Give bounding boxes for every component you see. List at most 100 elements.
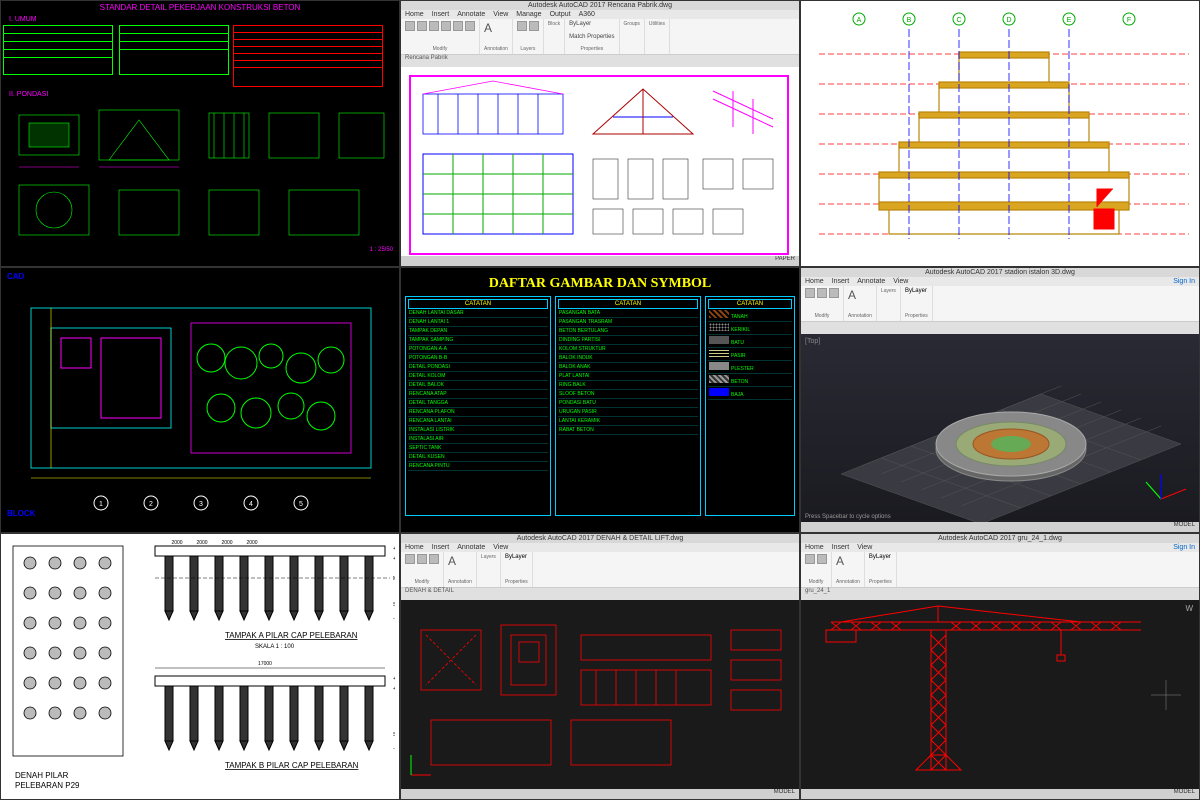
tab-insert[interactable]: Insert [432, 544, 450, 551]
tool-icon[interactable] [805, 554, 815, 564]
tab-view[interactable]: View [857, 544, 872, 551]
svg-text:+5.00 M LWS: +5.00 M LWS [393, 546, 395, 552]
tab-home[interactable]: Home [805, 544, 824, 551]
drawing-canvas[interactable]: W [801, 600, 1199, 789]
tab-insert[interactable]: Insert [832, 544, 850, 551]
spec-table-1 [3, 25, 113, 75]
pier-drawing-sheet: DENAH PILAR PELEBARAN P29 TAMPAK A PILAR… [0, 533, 400, 800]
tab-insert[interactable]: Insert [432, 11, 450, 18]
file-tab[interactable]: gru_24_1 [805, 588, 830, 600]
status-bar: MODEL [801, 789, 1199, 799]
tab-a360[interactable]: A360 [579, 11, 595, 18]
window-title: Autodesk AutoCAD 2017 Rencana Pabrik.dwg [401, 1, 799, 10]
tool-icon[interactable] [429, 21, 439, 31]
drawing-list-col: CATATAN DENAH LANTAI DASAR DENAH LANTAI … [405, 296, 551, 516]
sign-in-link[interactable]: Sign In [1173, 544, 1195, 551]
pier-drawings: DENAH PILAR PELEBARAN P29 TAMPAK A PILAR… [5, 538, 395, 795]
list-item: RABAT BETON [558, 426, 698, 435]
svg-text:D: D [1006, 17, 1011, 24]
cad-standard-detail: STANDAR DETAIL PEKERJAAN KONSTRUKSI BETO… [0, 0, 400, 267]
tab-view[interactable]: View [493, 544, 508, 551]
space-indicator[interactable]: MODEL [1174, 522, 1195, 532]
drawing-canvas[interactable] [401, 600, 799, 789]
tool-icon[interactable] [817, 554, 827, 564]
status-bar: PAPER [401, 256, 799, 266]
sign-in-link[interactable]: Sign In [1173, 278, 1195, 285]
legend-row: TANAH [708, 309, 792, 322]
status-bar: MODEL [801, 522, 1199, 532]
legend-row: KERIKIL [708, 322, 792, 335]
tab-home[interactable]: Home [805, 278, 824, 285]
tab-annotate[interactable]: Annotate [457, 544, 485, 551]
tab-view[interactable]: View [493, 11, 508, 18]
tool-icon[interactable] [465, 21, 475, 31]
list-item: BALOK ANAK [558, 363, 698, 372]
list-item: POTONGAN B-B [408, 354, 548, 363]
file-tabs[interactable]: DENAH & DETAIL [401, 588, 799, 600]
space-indicator[interactable]: MODEL [1174, 789, 1195, 799]
tab-insert[interactable]: Insert [832, 278, 850, 285]
ribbon-panel: Modify AAnnotation ByLayerProperties [801, 552, 1199, 588]
tool-icon[interactable] [405, 21, 415, 31]
tool-icon[interactable] [805, 288, 815, 298]
file-tab[interactable]: DENAH & DETAIL [405, 588, 454, 600]
drawing-canvas[interactable] [401, 67, 799, 256]
viewport-label[interactable]: [Top] [805, 338, 820, 345]
ribbon-tabs[interactable]: Home Insert Annotate View [401, 543, 799, 552]
window-title: Autodesk AutoCAD 2017 stadion istalon 3D… [801, 268, 1199, 277]
list-item: DETAIL PONDASI [408, 363, 548, 372]
tool-icon[interactable] [417, 21, 427, 31]
spec-table-2 [119, 25, 229, 75]
layer-icon[interactable] [529, 21, 539, 31]
list-item: RENCANA PLAFON [408, 408, 548, 417]
sheet-title: DAFTAR GAMBAR DAN SYMBOL [405, 272, 795, 296]
lift-details [401, 600, 799, 789]
list-item: BALOK INDUK [558, 354, 698, 363]
file-tabs[interactable]: Rencana Pabrik [401, 55, 799, 67]
window-title: Autodesk AutoCAD 2017 DENAH & DETAIL LIF… [401, 534, 799, 543]
svg-text:SEABED +0.17 M LWS: SEABED +0.17 M LWS [393, 602, 395, 608]
file-tab[interactable]: Rencana Pabrik [405, 55, 448, 67]
ribbon-tabs[interactable]: Home Insert View Sign In [801, 543, 1199, 552]
tab-output[interactable]: Output [550, 11, 571, 18]
tab-manage[interactable]: Manage [516, 11, 541, 18]
legend-row: BETON [708, 374, 792, 387]
tab-annotate[interactable]: Annotate [457, 11, 485, 18]
symbol-list-sheet: DAFTAR GAMBAR DAN SYMBOL CATATAN DENAH L… [400, 267, 800, 533]
section-drawing: A B C D E F [809, 9, 1191, 258]
tool-icon[interactable] [817, 288, 827, 298]
tool-icon[interactable] [829, 288, 839, 298]
space-indicator[interactable]: PAPER [775, 256, 795, 266]
file-tabs[interactable] [801, 322, 1199, 334]
list-item: PONDASI BATU [558, 399, 698, 408]
window-title: Autodesk AutoCAD 2017 gru_24_1.dwg [801, 534, 1199, 543]
list-item: TAMPAK DEPAN [408, 327, 548, 336]
tool-icon[interactable] [453, 21, 463, 31]
tool-icon[interactable] [429, 554, 439, 564]
tool-icon[interactable] [405, 554, 415, 564]
space-indicator[interactable]: MODEL [774, 789, 795, 799]
tab-home[interactable]: Home [405, 11, 424, 18]
ribbon-tabs[interactable]: Home Insert Annotate View Sign In [801, 277, 1199, 286]
ribbon-tabs[interactable]: Home Insert Annotate View Manage Output … [401, 10, 799, 19]
file-tabs[interactable]: gru_24_1 [801, 588, 1199, 600]
foundation-details [9, 105, 389, 255]
layer-icon[interactable] [517, 21, 527, 31]
tool-icon[interactable] [417, 554, 427, 564]
tab-home[interactable]: Home [405, 544, 424, 551]
list-item: DETAIL BALOK [408, 381, 548, 390]
legend-row: PASIR [708, 348, 792, 361]
svg-text:F: F [1127, 17, 1131, 24]
list-item: INSTALASI AIR [408, 435, 548, 444]
tool-icon[interactable] [441, 21, 451, 31]
list-item: RENCANA PINTU [408, 462, 548, 471]
section-heading-2: II. PONDASI [1, 89, 56, 100]
svg-text:+4.00 M LWS: +4.00 M LWS [393, 556, 395, 562]
logo-top: CAD [7, 272, 24, 281]
symbol-type-col: CATATAN PASANGAN BATA PASANGAN TRASRAM B… [555, 296, 701, 516]
tab-annotate[interactable]: Annotate [857, 278, 885, 285]
cad-site-plan: CAD 12345 BLOCK [0, 267, 400, 533]
drawing-canvas-3d[interactable]: [Top] Press Spacebar to cycle options [801, 334, 1199, 522]
svg-text:-58.50 M LWS: -58.50 M LWS [393, 746, 395, 752]
tab-view[interactable]: View [893, 278, 908, 285]
